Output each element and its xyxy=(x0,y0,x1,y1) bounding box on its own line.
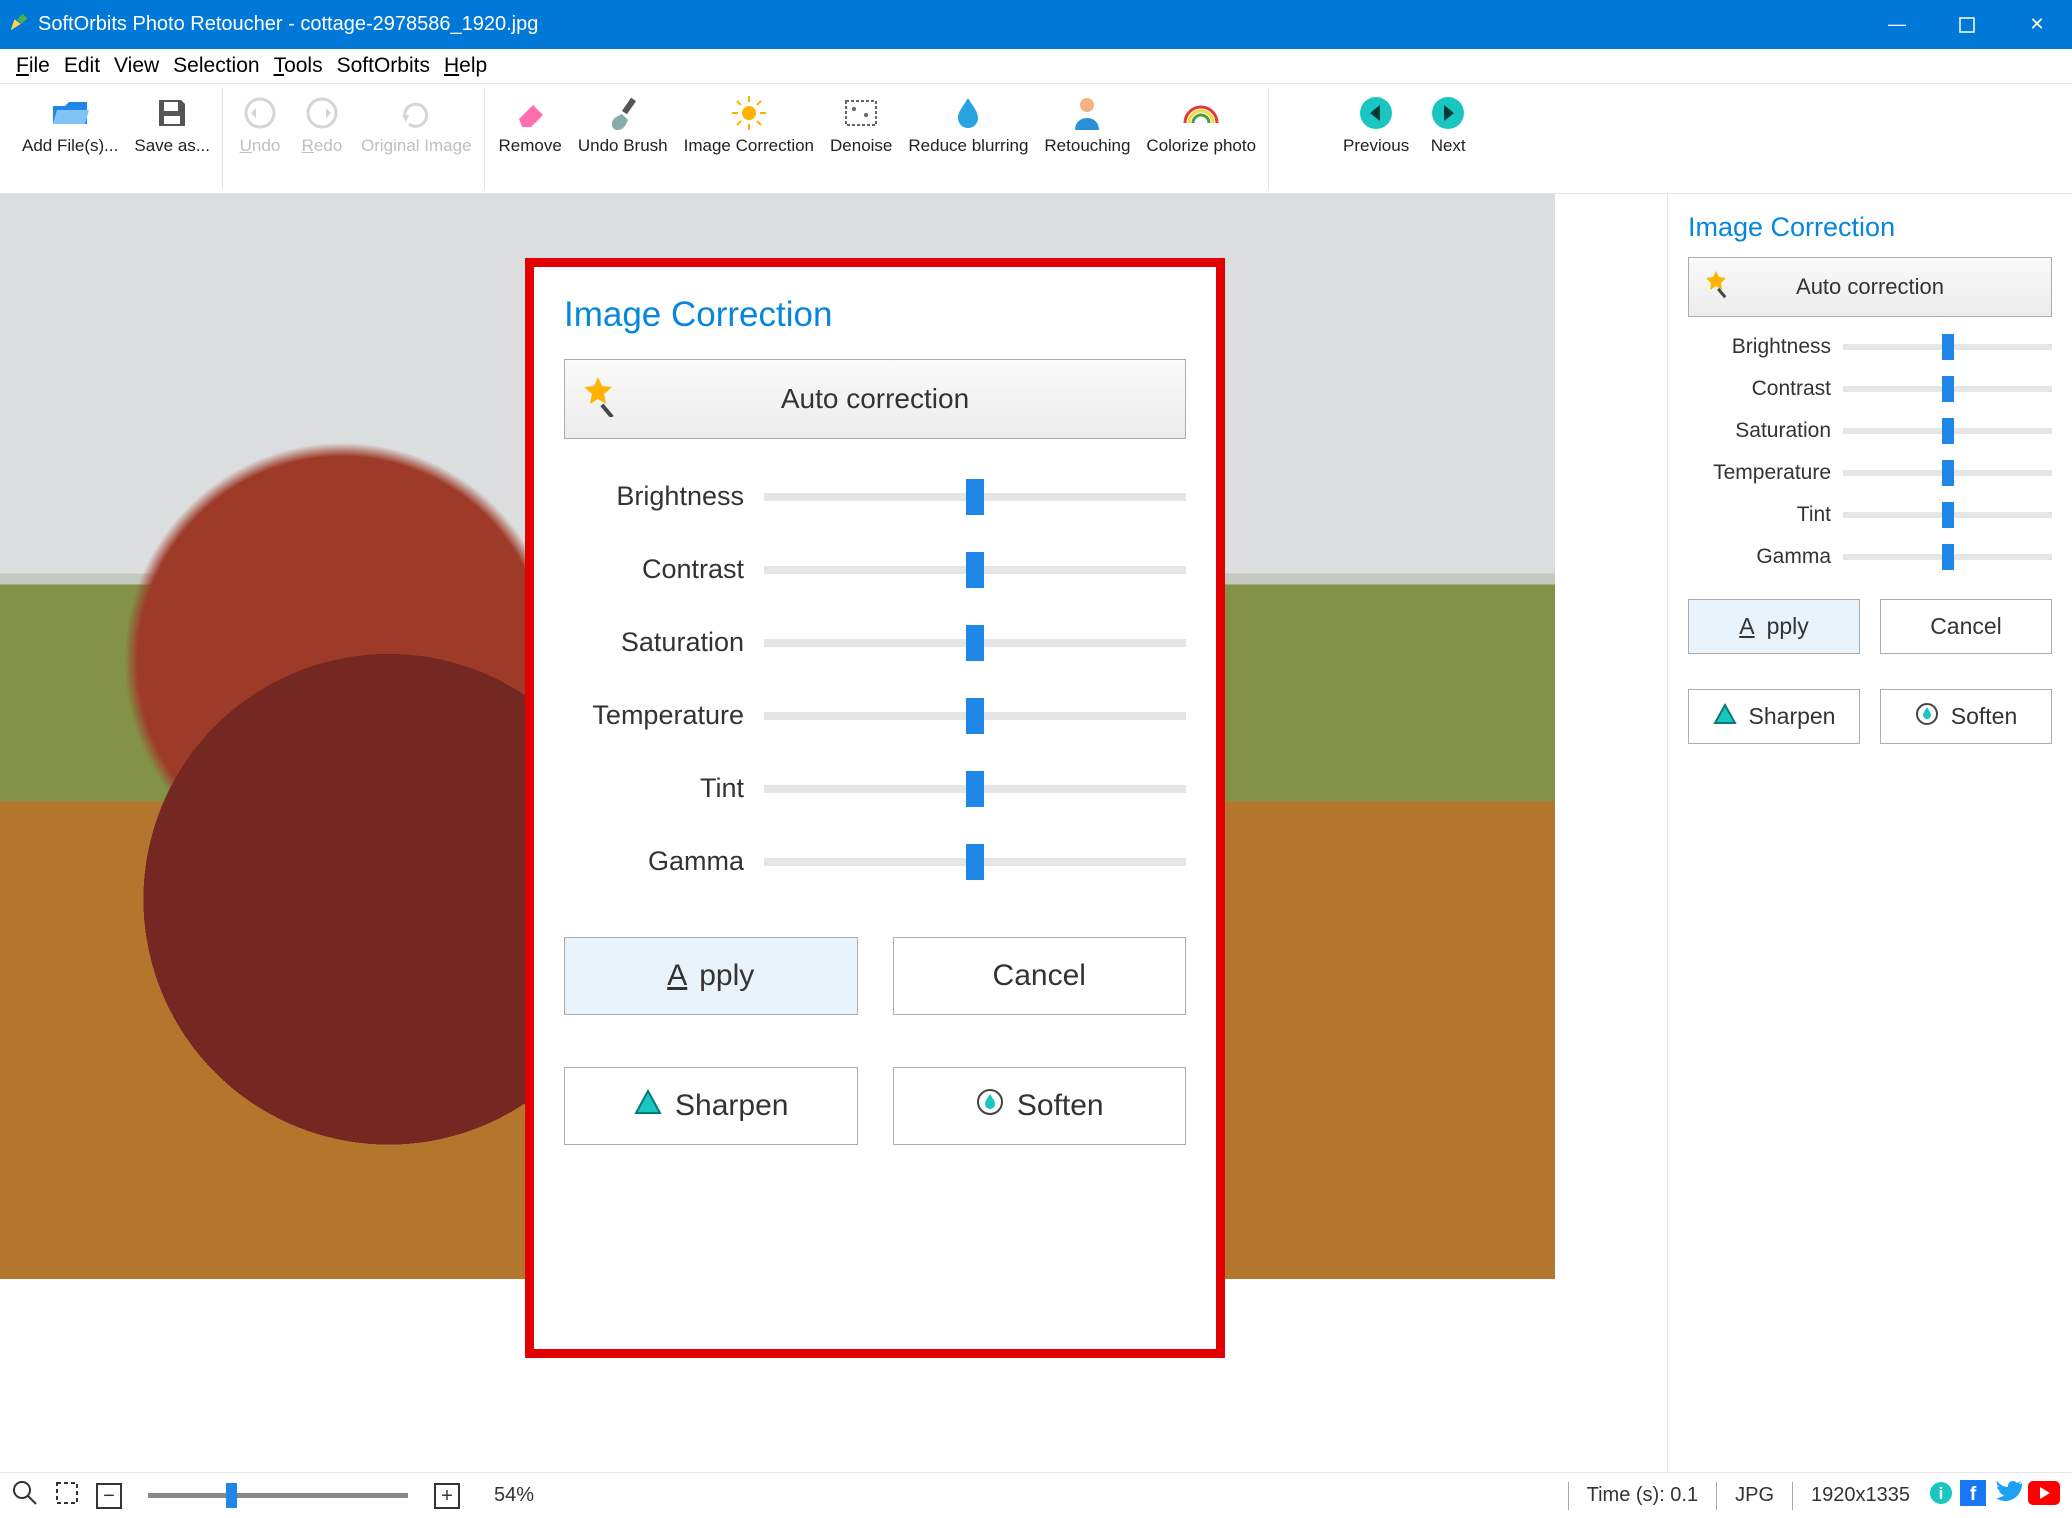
side-sharpen-button[interactable]: Sharpen xyxy=(1688,689,1860,744)
side-cancel-button[interactable]: Cancel xyxy=(1880,599,2052,654)
soften-button[interactable]: Soften xyxy=(893,1067,1187,1145)
toolbar: Add File(s)... Save as... Undo Redo Orig… xyxy=(0,84,2072,194)
youtube-icon[interactable] xyxy=(2028,1481,2060,1511)
menu-softorbits[interactable]: SoftOrbits xyxy=(337,54,430,78)
toolbar-redo: Redo xyxy=(293,88,351,156)
minimize-button[interactable]: — xyxy=(1862,0,1932,49)
folder-open-icon xyxy=(51,92,89,134)
sharpen-button[interactable]: Sharpen xyxy=(564,1067,858,1145)
status-dimensions: 1920x1335 xyxy=(1811,1484,1910,1507)
svg-text:f: f xyxy=(1970,1484,1977,1505)
toolbar-save-as[interactable]: Save as... xyxy=(128,88,216,156)
contrast-slider[interactable] xyxy=(764,566,1186,574)
menu-tools[interactable]: Tools xyxy=(274,54,323,78)
facebook-icon[interactable]: f xyxy=(1960,1480,1986,1512)
menu-selection[interactable]: Selection xyxy=(173,54,259,78)
window-title: SoftOrbits Photo Retoucher - cottage-297… xyxy=(38,13,538,36)
side-brightness-slider[interactable] xyxy=(1843,344,2052,350)
brightness-slider[interactable] xyxy=(764,493,1186,501)
zoom-actual-icon[interactable] xyxy=(12,1480,38,1512)
brightness-label: Brightness xyxy=(564,481,764,512)
toolbar-next[interactable]: Next xyxy=(1419,88,1477,156)
info-icon[interactable]: i xyxy=(1928,1480,1954,1512)
maximize-button[interactable] xyxy=(1932,0,2002,49)
cancel-button[interactable]: Cancel xyxy=(893,937,1187,1015)
menu-help[interactable]: Help xyxy=(444,54,487,78)
zoom-slider[interactable] xyxy=(148,1493,408,1498)
contrast-label: Contrast xyxy=(564,554,764,585)
menu-view[interactable]: View xyxy=(114,54,159,78)
triangle-icon xyxy=(1713,702,1737,732)
droplet-circle-icon xyxy=(1915,702,1939,732)
image-canvas[interactable]: Image Correction Auto correction Brightn… xyxy=(0,194,1667,1472)
toolbar-undo: Undo xyxy=(231,88,289,156)
undo-icon xyxy=(243,92,277,134)
saturation-label: Saturation xyxy=(564,627,764,658)
droplet-circle-icon xyxy=(975,1087,1005,1125)
arrow-left-circle-icon xyxy=(1358,92,1394,134)
menu-file[interactable]: File xyxy=(16,54,50,78)
zoom-value: 54% xyxy=(494,1484,534,1507)
menu-edit[interactable]: Edit xyxy=(64,54,100,78)
tint-slider[interactable] xyxy=(764,785,1186,793)
wand-icon xyxy=(577,375,619,424)
auto-correction-button[interactable]: Auto correction xyxy=(564,359,1186,439)
status-format: JPG xyxy=(1735,1484,1774,1507)
toolbar-denoise[interactable]: Denoise xyxy=(824,88,898,156)
menu-bar: File Edit View Selection Tools SoftOrbit… xyxy=(0,49,2072,84)
title-bar: SoftOrbits Photo Retoucher - cottage-297… xyxy=(0,0,2072,49)
toolbar-previous[interactable]: Previous xyxy=(1337,88,1415,156)
panel-title: Image Correction xyxy=(1688,212,2052,243)
side-auto-correction-button[interactable]: Auto correction xyxy=(1688,257,2052,317)
svg-text:i: i xyxy=(1939,1484,1944,1503)
toolbar-remove[interactable]: Remove xyxy=(493,88,568,156)
twitter-icon[interactable] xyxy=(1992,1480,2022,1512)
toolbar-original-image: Original Image xyxy=(355,88,478,156)
droplet-icon xyxy=(954,92,982,134)
saturation-slider[interactable] xyxy=(764,639,1186,647)
denoise-icon xyxy=(844,92,878,134)
toolbar-add-files[interactable]: Add File(s)... xyxy=(16,88,124,156)
toolbar-colorize-photo[interactable]: Colorize photo xyxy=(1140,88,1262,156)
save-icon xyxy=(155,92,189,134)
zoom-in-button[interactable]: + xyxy=(434,1483,460,1509)
temperature-label: Temperature xyxy=(564,700,764,731)
gamma-label: Gamma xyxy=(564,846,764,877)
wand-icon xyxy=(1701,269,1731,305)
status-bar: − + 54% Time (s): 0.1 JPG 1920x1335 i f xyxy=(0,1472,2072,1518)
arrow-right-circle-icon xyxy=(1430,92,1466,134)
toolbar-reduce-blurring[interactable]: Reduce blurring xyxy=(902,88,1034,156)
toolbar-undo-brush[interactable]: Undo Brush xyxy=(572,88,674,156)
side-apply-button[interactable]: Apply xyxy=(1688,599,1860,654)
gamma-slider[interactable] xyxy=(764,858,1186,866)
side-panel: Image Correction Auto correction Brightn… xyxy=(1667,194,2072,1472)
side-tint-slider[interactable] xyxy=(1843,512,2052,518)
side-contrast-slider[interactable] xyxy=(1843,386,2052,392)
toolbar-retouching[interactable]: Retouching xyxy=(1038,88,1136,156)
dialog-title: Image Correction xyxy=(564,295,1186,335)
apply-button[interactable]: Apply xyxy=(564,937,858,1015)
rainbow-icon xyxy=(1182,92,1220,134)
zoom-out-button[interactable]: − xyxy=(96,1483,122,1509)
side-temperature-slider[interactable] xyxy=(1843,470,2052,476)
revert-icon xyxy=(399,92,433,134)
app-logo-icon xyxy=(8,11,30,39)
sun-icon xyxy=(731,92,767,134)
eraser-icon xyxy=(513,92,547,134)
temperature-slider[interactable] xyxy=(764,712,1186,720)
status-time: Time (s): 0.1 xyxy=(1587,1484,1699,1507)
brush-icon xyxy=(606,92,640,134)
fit-screen-icon[interactable] xyxy=(54,1480,80,1512)
close-button[interactable]: ✕ xyxy=(2002,0,2072,49)
redo-icon xyxy=(305,92,339,134)
side-saturation-slider[interactable] xyxy=(1843,428,2052,434)
triangle-icon xyxy=(633,1087,663,1125)
tint-label: Tint xyxy=(564,773,764,804)
toolbar-image-correction[interactable]: Image Correction xyxy=(678,88,820,156)
person-icon xyxy=(1072,92,1102,134)
image-correction-dialog: Image Correction Auto correction Brightn… xyxy=(525,258,1225,1358)
side-soften-button[interactable]: Soften xyxy=(1880,689,2052,744)
side-gamma-slider[interactable] xyxy=(1843,554,2052,560)
